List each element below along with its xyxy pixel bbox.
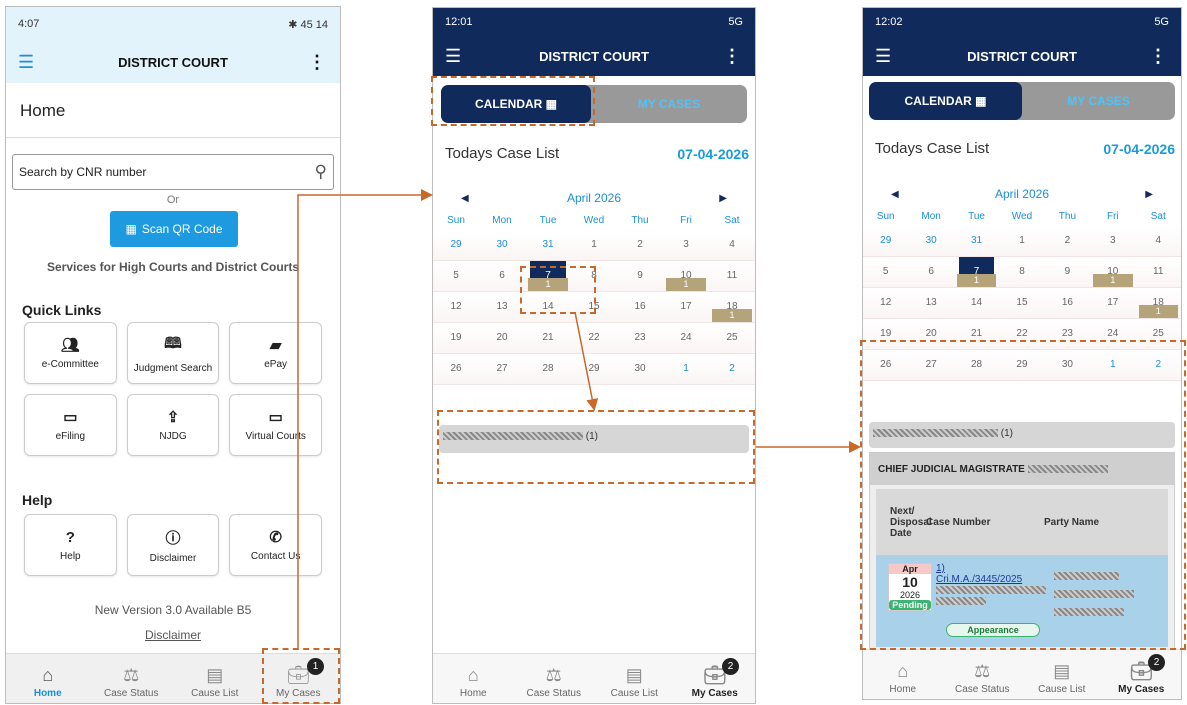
annotation-arrows: [297, 189, 861, 648]
stage: 4:07 ✱ 45 14 ☰ DISTRICT COURT ⋮ Home Sear…: [0, 0, 1187, 705]
